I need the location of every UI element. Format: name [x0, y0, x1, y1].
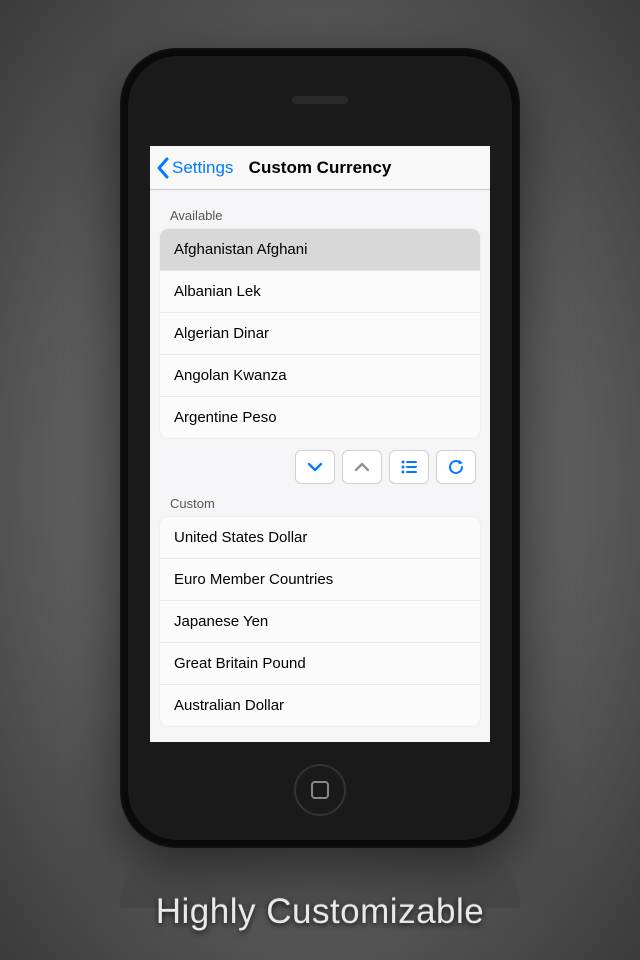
home-square-icon — [311, 781, 329, 799]
move-down-button[interactable] — [295, 450, 335, 484]
speaker-slot — [292, 96, 348, 104]
list-item[interactable]: Albanian Lek — [160, 271, 480, 313]
phone-inner: Settings Custom Currency Available Afgha… — [128, 56, 512, 840]
list-item[interactable]: Algerian Dinar — [160, 313, 480, 355]
list-item[interactable]: Japanese Yen — [160, 601, 480, 643]
list-item[interactable]: United States Dollar — [160, 517, 480, 559]
screen: Settings Custom Currency Available Afgha… — [150, 146, 490, 742]
list-icon — [399, 459, 419, 475]
available-section-label: Available — [160, 198, 480, 229]
phone-frame: Settings Custom Currency Available Afgha… — [120, 48, 520, 848]
list-item[interactable]: Afghanistan Afghani — [160, 229, 480, 271]
list-item[interactable]: Great Britain Pound — [160, 643, 480, 685]
chevron-up-icon — [352, 460, 372, 474]
chevron-down-icon — [305, 460, 325, 474]
refresh-button[interactable] — [436, 450, 476, 484]
custom-section-label: Custom — [160, 486, 480, 517]
back-button[interactable]: Settings — [150, 157, 233, 179]
move-up-button[interactable] — [342, 450, 382, 484]
home-button[interactable] — [294, 764, 346, 816]
navbar: Settings Custom Currency — [150, 146, 490, 190]
marketing-caption: Highly Customizable — [0, 892, 640, 932]
reorder-toolbar — [160, 438, 480, 486]
available-list: Afghanistan Afghani Albanian Lek Algeria… — [160, 229, 480, 438]
list-item[interactable]: Argentine Peso — [160, 397, 480, 438]
chevron-left-icon — [156, 157, 169, 179]
refresh-icon — [446, 457, 466, 477]
list-item[interactable]: Euro Member Countries — [160, 559, 480, 601]
custom-list: United States Dollar Euro Member Countri… — [160, 517, 480, 726]
list-item[interactable]: Angolan Kwanza — [160, 355, 480, 397]
page-title: Custom Currency — [249, 158, 392, 178]
list-button[interactable] — [389, 450, 429, 484]
list-item[interactable]: Australian Dollar — [160, 685, 480, 726]
back-label: Settings — [172, 158, 233, 178]
content: Available Afghanistan Afghani Albanian L… — [150, 190, 490, 734]
